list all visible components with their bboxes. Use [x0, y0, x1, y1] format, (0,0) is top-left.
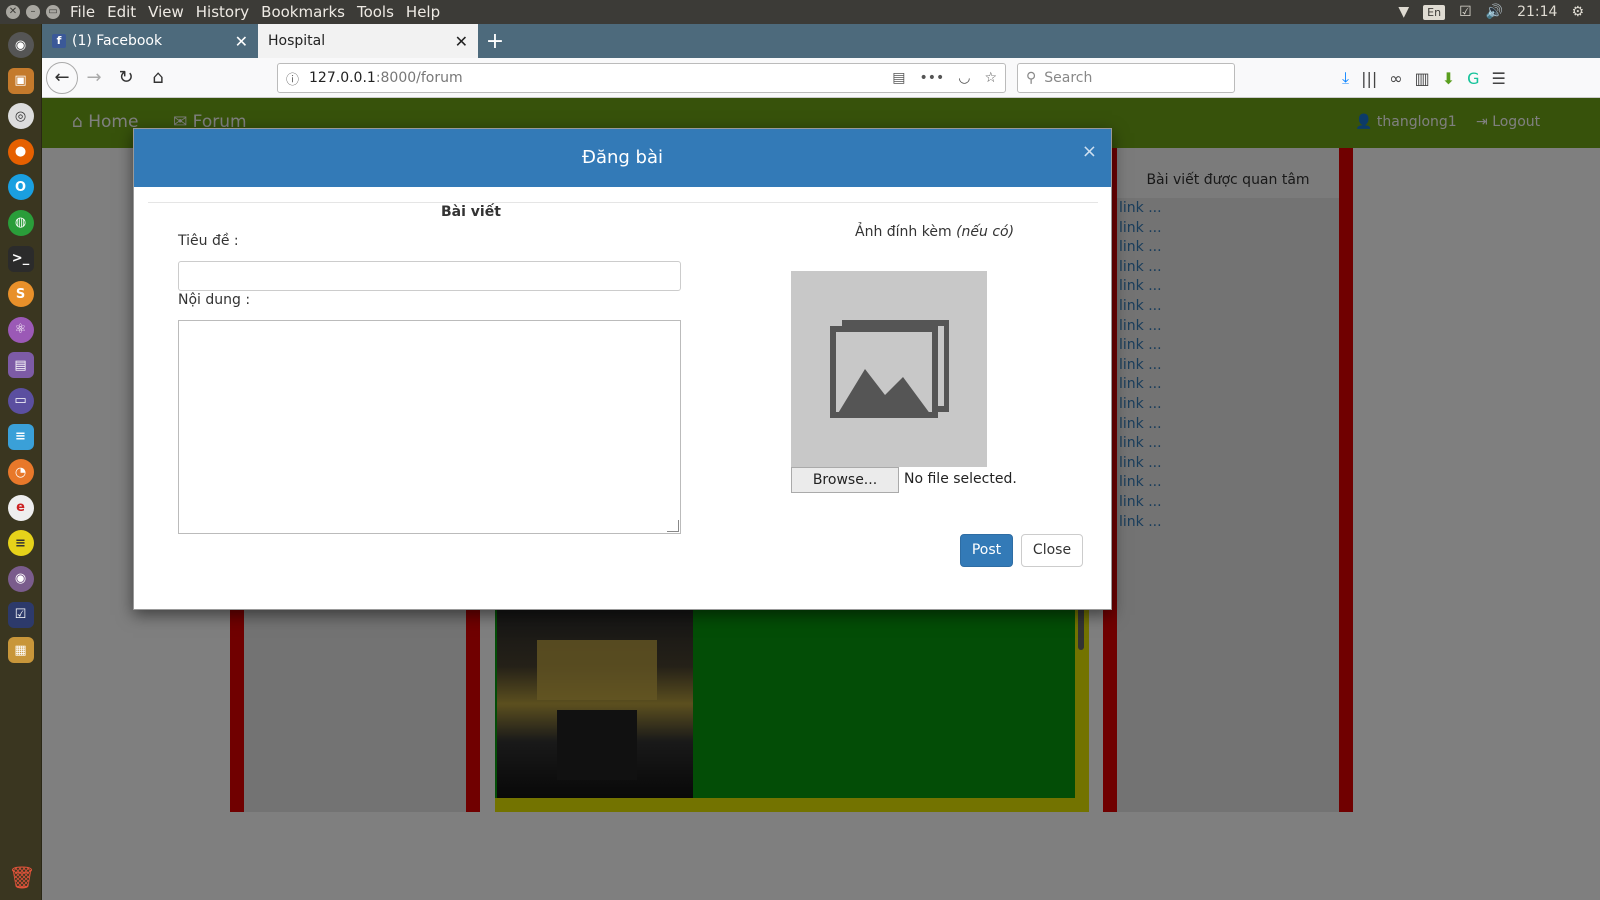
tab-facebook[interactable]: f (1) Facebook ✕	[42, 24, 258, 58]
document-viewer-icon[interactable]: ▤	[7, 352, 34, 379]
firefox-icon[interactable]: ●	[7, 138, 34, 165]
volume-icon[interactable]: 🔊	[1486, 4, 1503, 20]
wifi-icon[interactable]: ▼	[1398, 4, 1409, 20]
url-path: :8000/forum	[375, 70, 463, 86]
sidebar-icon[interactable]: ▥	[1415, 69, 1430, 88]
archive-icon[interactable]: ▦	[7, 637, 34, 664]
back-button[interactable]: ←	[46, 61, 78, 94]
section-title: Bài viết	[441, 204, 501, 220]
system-tray: ▼ En ☑ 🔊 21:14 ⚙	[1398, 4, 1600, 20]
content-textarea[interactable]	[178, 320, 681, 534]
new-tab-button[interactable]: +	[478, 24, 512, 58]
trash-icon[interactable]: 🗑	[8, 866, 36, 892]
browse-button[interactable]: Browse...	[791, 467, 899, 493]
image-preview	[791, 271, 987, 467]
close-button[interactable]: Close	[1021, 534, 1083, 567]
resize-handle[interactable]	[667, 520, 679, 532]
eclipse-icon[interactable]: e	[7, 494, 34, 521]
launcher-dock: ◉ ▣ ◎ ● O ◍ >_ S ⚛ ▤ ▭ ≡ ◔ e ≡ ◉ ☑ ▦ 🗑	[0, 24, 42, 900]
clock[interactable]: 21:14	[1517, 4, 1557, 20]
webcam-icon[interactable]: ◉	[7, 565, 34, 592]
post-dialog: Đăng bài × Bài viết Tiêu đề : Nội dung :…	[133, 128, 1112, 610]
grammarly-icon[interactable]: G	[1467, 69, 1479, 88]
menu-history[interactable]: History	[190, 3, 255, 21]
window-close-icon[interactable]: ✕	[6, 5, 20, 19]
menu-file[interactable]: File	[64, 3, 101, 21]
private-mask-icon[interactable]: ∞	[1389, 69, 1402, 88]
window-minimize-icon[interactable]: –	[26, 5, 40, 19]
reader-view-icon[interactable]: ▤	[892, 70, 905, 86]
post-button[interactable]: Post	[960, 534, 1013, 567]
title-field[interactable]	[178, 261, 681, 291]
bookmark-star-icon[interactable]: ☆	[984, 70, 997, 86]
file-status: No file selected.	[904, 471, 1017, 487]
content-label: Nội dung :	[178, 292, 251, 308]
navigation-toolbar: ← → ↻ ⌂ ⓘ 127.0.0.1:8000/forum ▤ ••• ◡ ☆…	[42, 58, 1600, 98]
downloads-icon[interactable]: ⤓	[1342, 68, 1349, 88]
image-placeholder-icon	[830, 320, 949, 418]
app-menu: File Edit View History Bookmarks Tools H…	[64, 3, 446, 21]
menu-tools[interactable]: Tools	[351, 3, 400, 21]
files-box-icon[interactable]: ▣	[7, 67, 34, 94]
pocket-icon[interactable]: ◡	[958, 70, 970, 86]
attachment-label-text: Ảnh đính kèm	[855, 224, 952, 240]
browser-tools: ⤓ ||| ∞ ▥ ⬇ G ☰	[1342, 58, 1506, 98]
attachment-label: Ảnh đính kèm (nếu có)	[855, 224, 1014, 240]
window-maximize-icon[interactable]: ▭	[46, 5, 60, 19]
site-info-icon[interactable]: ⓘ	[286, 69, 299, 88]
extension-download-icon[interactable]: ⬇	[1442, 69, 1455, 88]
page-actions-icon[interactable]: •••	[919, 70, 944, 86]
tab-label: (1) Facebook	[72, 33, 163, 49]
sublime-icon[interactable]: S	[7, 281, 34, 308]
atom-icon[interactable]: ⚛	[7, 316, 34, 343]
menu-help[interactable]: Help	[400, 3, 446, 21]
tab-strip: f (1) Facebook ✕ Hospital ✕ +	[42, 24, 1600, 58]
disc-app-icon[interactable]: ◎	[7, 103, 34, 130]
window-controls: ✕ – ▭	[0, 5, 64, 19]
opera-icon[interactable]: O	[7, 174, 34, 201]
terminal-icon[interactable]: >_	[7, 245, 34, 272]
software-center-icon[interactable]: ◔	[7, 459, 34, 486]
menu-view[interactable]: View	[142, 3, 190, 21]
url-bar[interactable]: ⓘ 127.0.0.1:8000/forum ▤ ••• ◡ ☆	[277, 63, 1006, 93]
search-input[interactable]: ⚲ Search	[1017, 63, 1235, 93]
notes-icon[interactable]: ≡	[7, 530, 34, 557]
chrome-icon[interactable]: ◍	[7, 209, 34, 236]
file-manager-icon[interactable]: ▭	[7, 387, 34, 414]
system-menu-bar: ✕ – ▭ File Edit View History Bookmarks T…	[0, 0, 1600, 24]
url-host: 127.0.0.1	[309, 70, 376, 86]
search-icon: ⚲	[1026, 70, 1037, 86]
divider	[148, 202, 1098, 203]
tab-label: Hospital	[268, 33, 326, 49]
close-tab-icon[interactable]: ✕	[455, 32, 468, 51]
library-icon[interactable]: |||	[1361, 69, 1377, 88]
tab-hospital[interactable]: Hospital ✕	[258, 24, 478, 58]
menu-edit[interactable]: Edit	[101, 3, 142, 21]
attachment-optional-note: (nếu có)	[956, 224, 1015, 240]
ubuntu-search-icon[interactable]: ◉	[7, 32, 34, 58]
close-tab-icon[interactable]: ✕	[235, 32, 248, 51]
tasks-icon[interactable]: ☑	[7, 601, 34, 628]
hamburger-menu-icon[interactable]: ☰	[1492, 69, 1506, 88]
dialog-header: Đăng bài ×	[134, 129, 1111, 187]
search-placeholder: Search	[1044, 70, 1093, 86]
text-editor-icon[interactable]: ≡	[7, 423, 34, 450]
menu-bookmarks[interactable]: Bookmarks	[255, 3, 351, 21]
task-checkbox-icon[interactable]: ☑	[1459, 4, 1472, 20]
dialog-title: Đăng bài	[582, 147, 663, 168]
forward-button[interactable]: →	[78, 62, 110, 94]
facebook-favicon-icon: f	[52, 34, 66, 48]
dialog-close-icon[interactable]: ×	[1082, 143, 1097, 161]
power-gear-icon[interactable]: ⚙	[1571, 4, 1584, 20]
keyboard-layout-indicator[interactable]: En	[1423, 4, 1446, 20]
home-button[interactable]: ⌂	[142, 62, 174, 94]
reload-button[interactable]: ↻	[110, 62, 142, 94]
title-label: Tiêu đề :	[178, 233, 239, 249]
url-actions: ▤ ••• ◡ ☆	[892, 70, 997, 86]
